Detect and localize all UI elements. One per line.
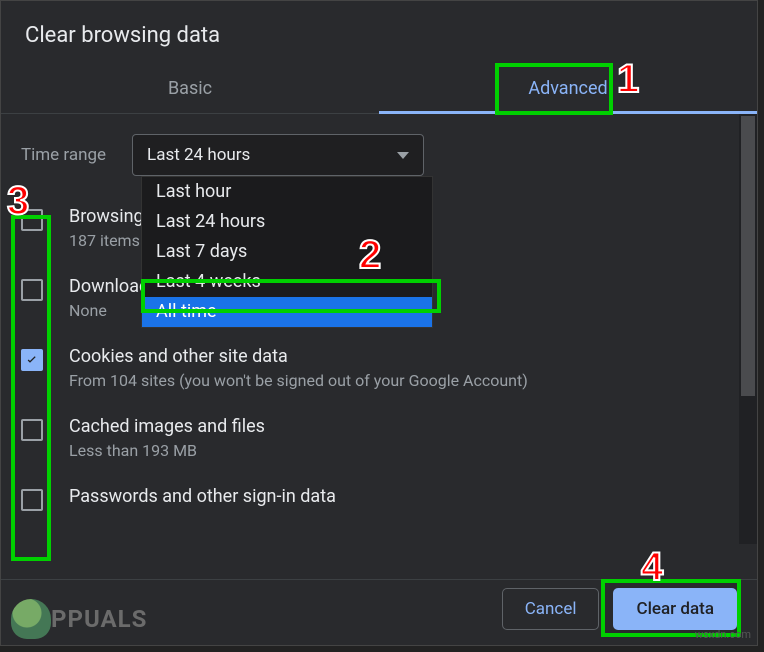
checkbox-browsing-history[interactable] — [21, 209, 43, 231]
item-title: Passwords and other sign-in data — [69, 486, 737, 507]
checkbox-cookies[interactable] — [21, 349, 43, 371]
item-title: Cookies and other site data — [69, 346, 737, 367]
list-item: Cached images and files Less than 193 MB — [21, 406, 737, 476]
time-range-dropdown: Last hour Last 24 hours Last 7 days Last… — [141, 176, 433, 328]
tab-basic[interactable]: Basic — [1, 66, 379, 113]
content-area: Time range Last 24 hours Last hour Last … — [1, 114, 757, 574]
checkbox-cached[interactable] — [21, 419, 43, 441]
item-subtitle: Less than 193 MB — [69, 441, 737, 460]
list-item: Cookies and other site data From 104 sit… — [21, 336, 737, 406]
time-range-select[interactable]: Last 24 hours — [132, 134, 424, 176]
tab-advanced[interactable]: Advanced — [379, 66, 757, 113]
dropdown-option-last-hour[interactable]: Last hour — [142, 177, 432, 207]
tab-basic-label: Basic — [168, 78, 212, 99]
dialog-title: Clear browsing data — [1, 1, 757, 66]
clear-data-button-label: Clear data — [636, 599, 714, 619]
scrollbar-thumb[interactable] — [741, 116, 755, 396]
clear-data-button[interactable]: Clear data — [613, 588, 737, 630]
scrollbar-track[interactable] — [739, 114, 757, 544]
cancel-button[interactable]: Cancel — [502, 588, 600, 630]
dropdown-option-all-time[interactable]: All time — [142, 297, 432, 327]
tab-bar: Basic Advanced — [1, 66, 757, 114]
appuals-logo: PPUALS — [11, 599, 147, 639]
watermark: wsxdn.com — [695, 628, 751, 641]
dropdown-option-last-7-days[interactable]: Last 7 days — [142, 237, 432, 267]
list-item: Passwords and other sign-in data — [21, 476, 737, 527]
time-range-selected: Last 24 hours — [147, 145, 250, 165]
time-range-label: Time range — [21, 145, 106, 165]
clear-browsing-data-dialog: Clear browsing data Basic Advanced Time … — [0, 0, 758, 646]
item-subtitle: From 104 sites (you won't be signed out … — [69, 371, 737, 390]
checkbox-download-history[interactable] — [21, 279, 43, 301]
logo-icon — [11, 599, 51, 639]
tab-advanced-label: Advanced — [528, 78, 607, 99]
checkbox-passwords[interactable] — [21, 489, 43, 511]
dropdown-option-last-4-weeks[interactable]: Last 4 weeks — [142, 267, 432, 297]
item-title: Cached images and files — [69, 416, 737, 437]
dropdown-option-last-24-hours[interactable]: Last 24 hours — [142, 207, 432, 237]
cancel-button-label: Cancel — [525, 599, 577, 619]
logo-text: PPUALS — [51, 605, 147, 633]
chevron-down-icon — [397, 152, 409, 159]
time-range-row: Time range Last 24 hours Last hour Last … — [21, 134, 737, 176]
